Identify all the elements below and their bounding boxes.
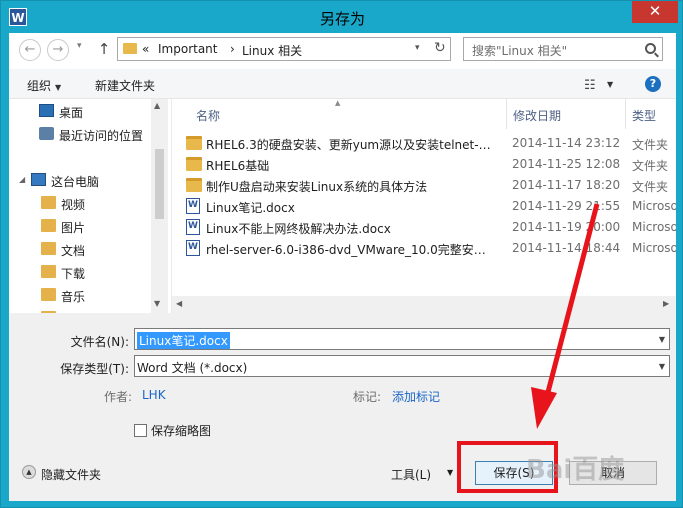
save-as-dialog: W 另存为 ✕ ← → ▾ ↑ « Important › Linux 相关 ▾… bbox=[0, 0, 683, 508]
watermark: Bai百度 bbox=[526, 455, 625, 485]
red-arrow-icon bbox=[531, 203, 600, 429]
